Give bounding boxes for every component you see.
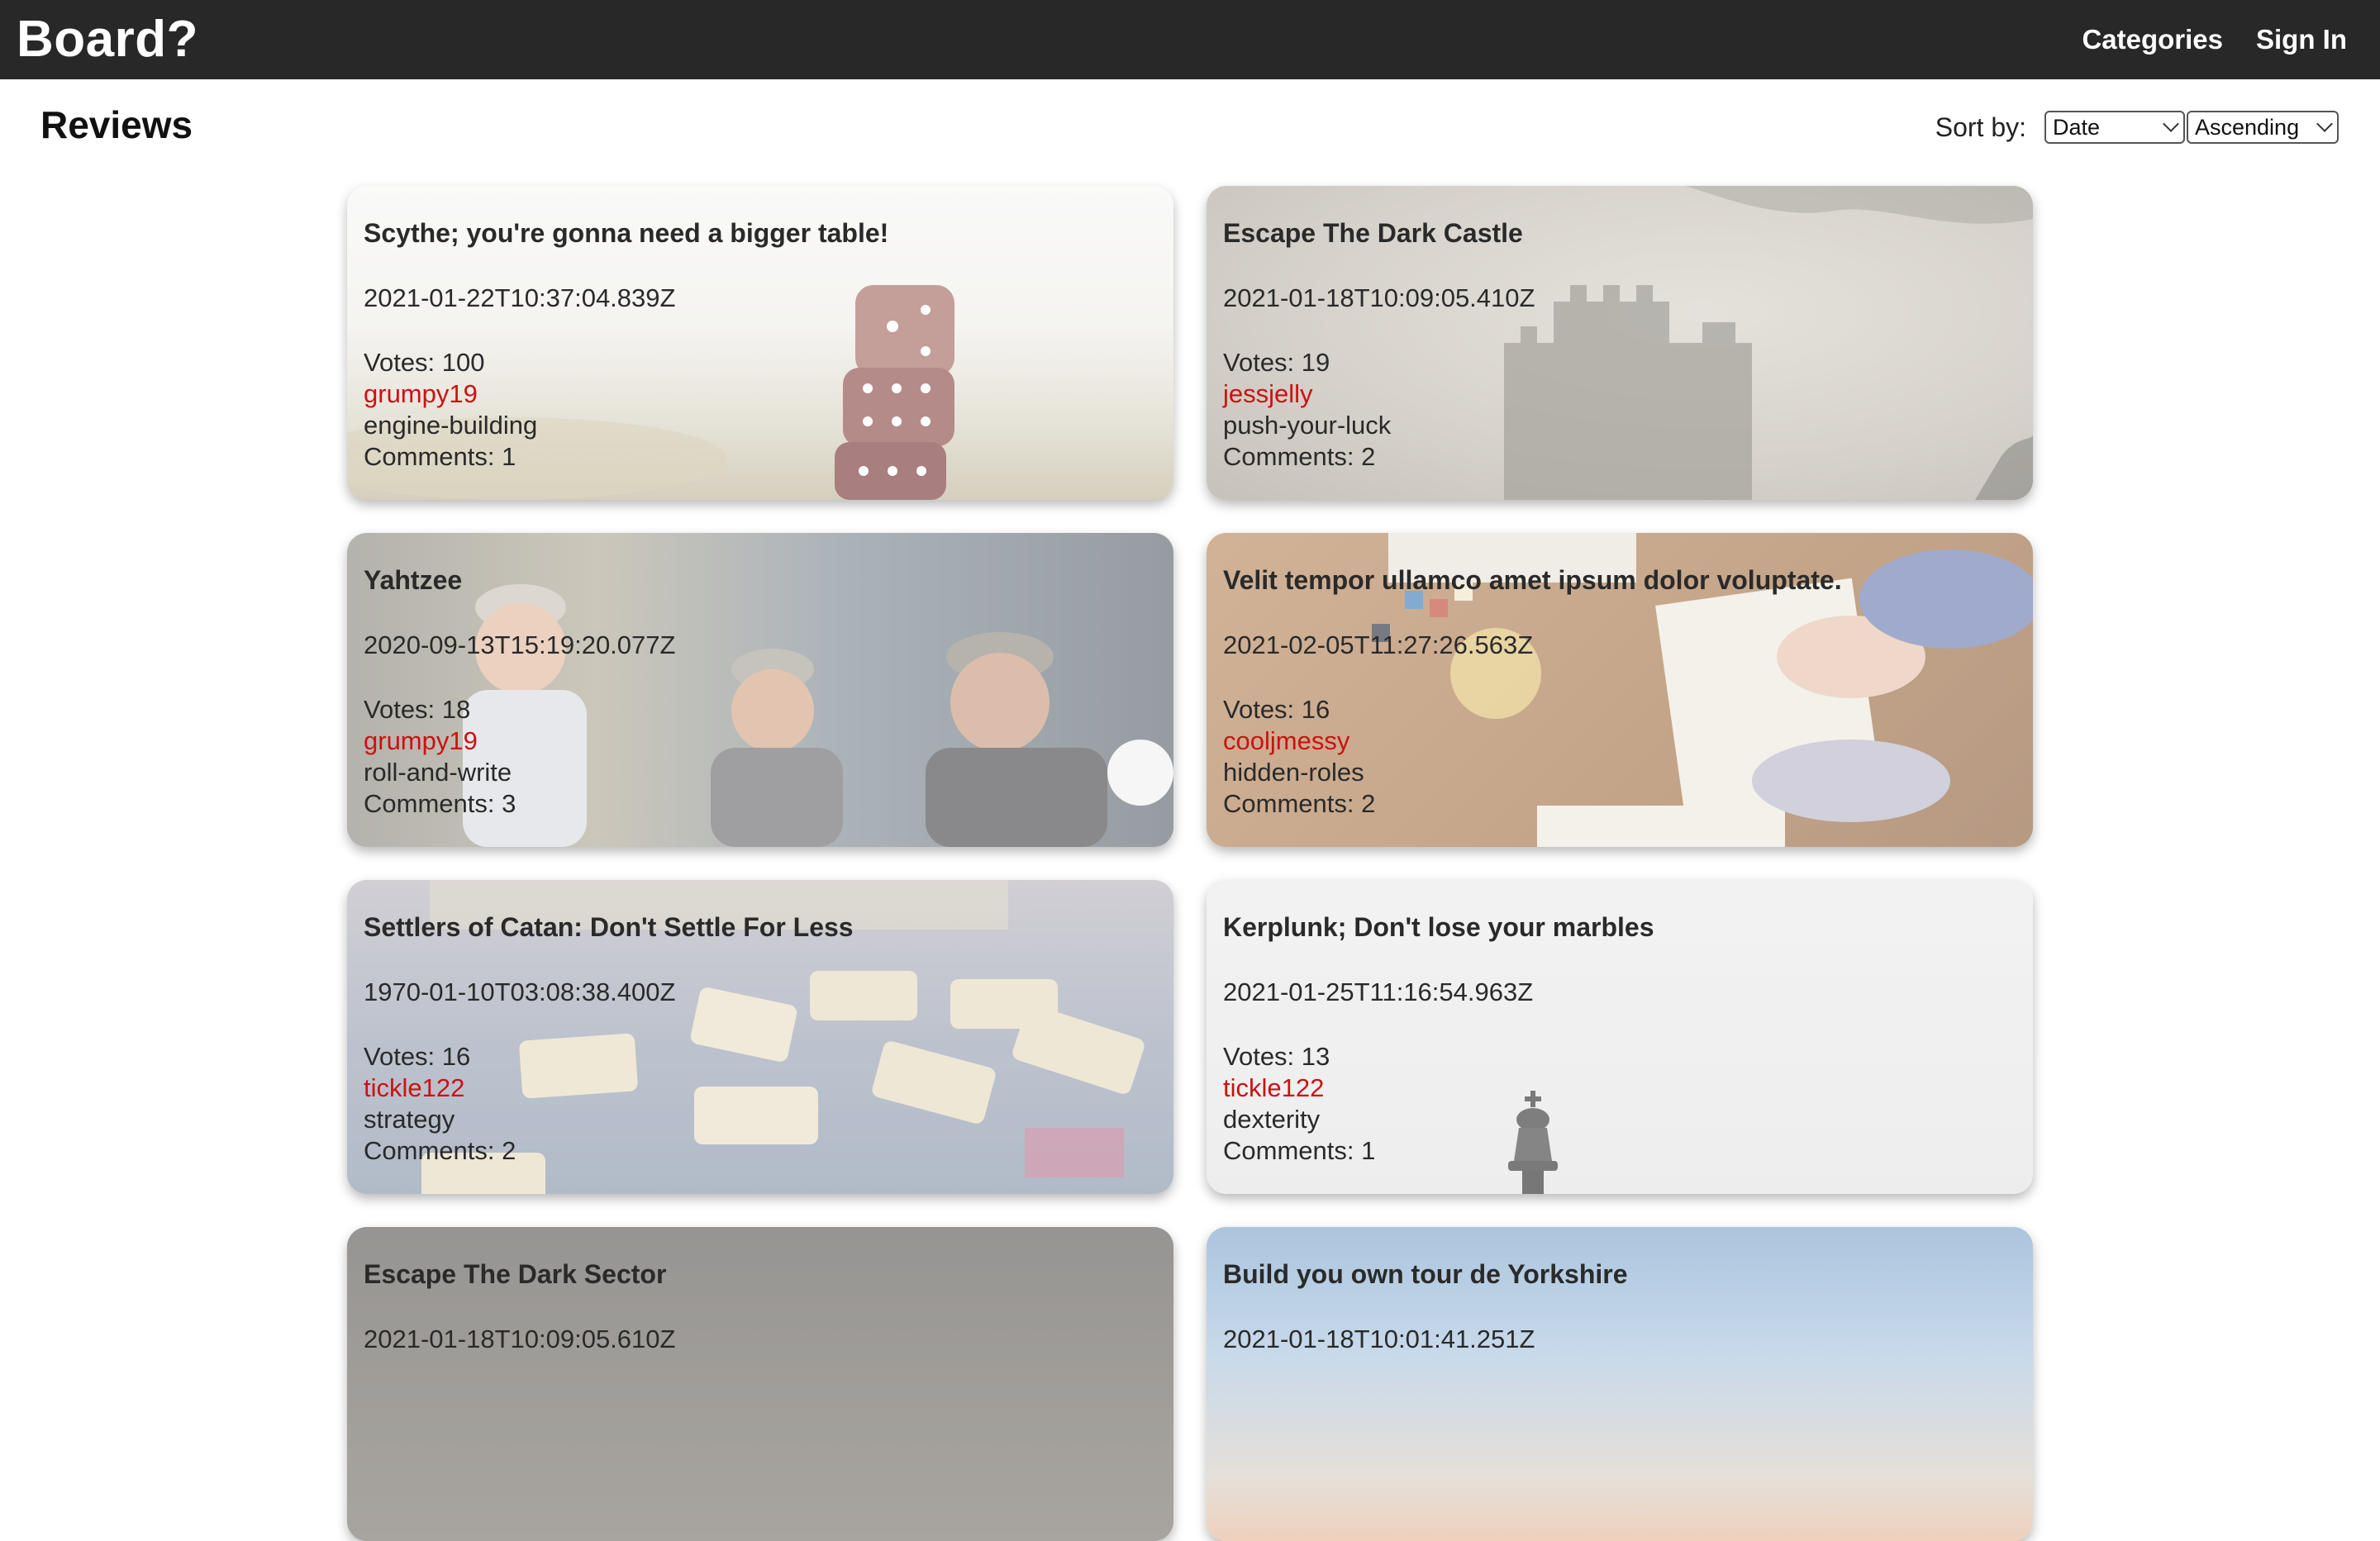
review-category: dexterity [1223,1105,1321,1134]
review-date: 2021-01-25T11:16:54.963Z [1223,977,1534,1006]
sort-label: Sort by: [1935,112,2026,142]
review-date: 1970-01-10T03:08:38.400Z [364,977,676,1006]
review-votes: Votes: 100 [364,348,485,377]
review-votes: Votes: 16 [364,1042,471,1071]
review-title[interactable]: Escape The Dark Castle [1223,217,2016,249]
review-card-content: Settlers of Catan: Don't Settle For Less… [364,911,1157,1167]
review-date: 2021-01-22T10:37:04.839Z [364,283,676,312]
nav-links: Categories Sign In [2082,24,2347,55]
review-comments: Comments: 1 [1223,1136,1376,1165]
review-votes: Votes: 16 [1223,695,1330,724]
review-owner[interactable]: jessjelly [1223,378,2016,410]
review-title[interactable]: Scythe; you're gonna need a bigger table… [364,217,1157,249]
review-date: 2021-01-18T10:09:05.410Z [1223,283,1535,312]
review-comments: Comments: 2 [1223,442,1376,471]
review-comments: Comments: 1 [364,442,516,471]
review-card[interactable]: Velit tempor ullamco amet ipsum dolor vo… [1207,533,2033,847]
review-card-content: Build you own tour de Yorkshire 2021-01-… [1223,1258,2016,1388]
review-date: 2021-01-18T10:01:41.251Z [1223,1325,1535,1353]
review-owner[interactable]: tickle122 [364,1073,1157,1104]
review-date: 2021-01-18T10:09:05.610Z [364,1325,676,1353]
review-card-content: Kerplunk; Don't lose your marbles 2021-0… [1223,911,2016,1167]
review-owner[interactable]: grumpy19 [364,725,1157,757]
review-card[interactable]: Kerplunk; Don't lose your marbles 2021-0… [1207,880,2033,1194]
review-comments: Comments: 2 [1223,789,1376,818]
review-owner[interactable]: cooljmessy [1223,725,2016,757]
review-title[interactable]: Build you own tour de Yorkshire [1223,1258,2016,1290]
review-votes: Votes: 18 [364,695,471,724]
review-title[interactable]: Kerplunk; Don't lose your marbles [1223,911,2016,943]
review-date: 2021-02-05T11:27:26.563Z [1223,630,1534,659]
review-owner[interactable]: tickle122 [1223,1073,2016,1104]
review-title[interactable]: Escape The Dark Sector [364,1258,1157,1290]
sort-bar: Sort by: Date Ascending [1935,111,2339,144]
review-votes: Votes: 13 [1223,1042,1330,1071]
page-title: Reviews [40,103,193,146]
review-category: engine-building [364,411,538,440]
review-card[interactable]: Scythe; you're gonna need a bigger table… [347,186,1173,500]
nav-sign-in-link[interactable]: Sign In [2256,24,2347,55]
review-card-content: Yahtzee 2020-09-13T15:19:20.077Z Votes: … [364,564,1157,820]
review-comments: Comments: 3 [364,789,516,818]
review-title[interactable]: Yahtzee [364,564,1157,596]
review-card[interactable]: Yahtzee 2020-09-13T15:19:20.077Z Votes: … [347,533,1173,847]
review-card-content: Velit tempor ullamco amet ipsum dolor vo… [1223,564,2016,820]
review-category: roll-and-write [364,758,512,787]
review-card-content: Escape The Dark Castle 2021-01-18T10:09:… [1223,217,2016,473]
review-owner[interactable]: grumpy19 [364,378,1157,410]
review-card[interactable]: Escape The Dark Sector 2021-01-18T10:09:… [347,1227,1173,1541]
review-card[interactable]: Escape The Dark Castle 2021-01-18T10:09:… [1207,186,2033,500]
review-comments: Comments: 2 [364,1136,516,1165]
sort-field-value: Date [2053,114,2101,140]
review-title[interactable]: Velit tempor ullamco amet ipsum dolor vo… [1223,564,2016,596]
sort-field-select[interactable]: Date [2044,111,2185,144]
nav-categories-link[interactable]: Categories [2082,24,2223,55]
review-category: push-your-luck [1223,411,1392,440]
chevron-down-icon [2316,116,2333,132]
sort-order-value: Ascending [2195,114,2300,140]
navbar: Board? Categories Sign In [0,0,2380,79]
review-category: hidden-roles [1223,758,1364,787]
reviews-grid: Scythe; you're gonna need a bigger table… [347,186,2033,1541]
review-card[interactable]: Build you own tour de Yorkshire 2021-01-… [1207,1227,2033,1541]
review-card[interactable]: Settlers of Catan: Don't Settle For Less… [347,880,1173,1194]
chevron-down-icon [2163,116,2179,132]
review-category: strategy [364,1105,455,1134]
review-date: 2020-09-13T15:19:20.077Z [364,630,676,659]
review-votes: Votes: 19 [1223,348,1330,377]
brand-logo[interactable]: Board? [17,0,198,79]
review-title[interactable]: Settlers of Catan: Don't Settle For Less [364,911,1157,943]
review-card-content: Scythe; you're gonna need a bigger table… [364,217,1157,473]
review-card-content: Escape The Dark Sector 2021-01-18T10:09:… [364,1258,1157,1388]
sort-order-select[interactable]: Ascending [2187,111,2339,144]
